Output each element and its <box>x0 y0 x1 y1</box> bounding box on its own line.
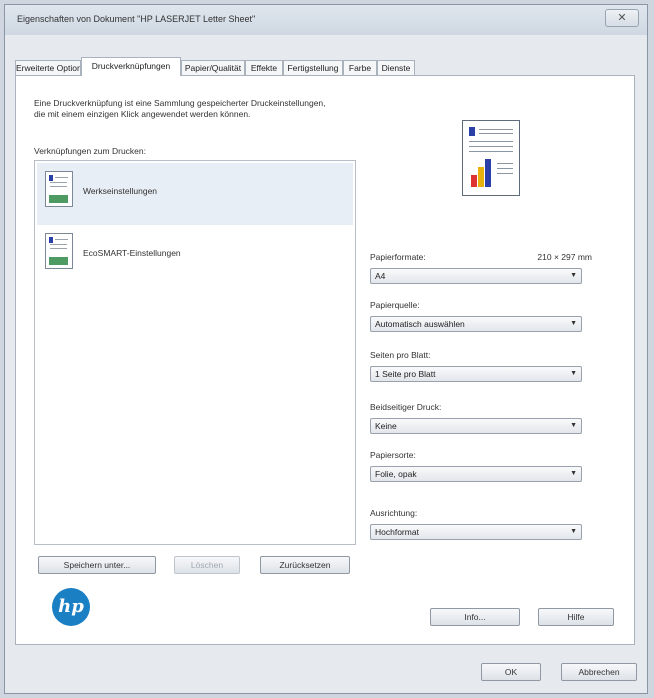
tab-farbe[interactable]: Farbe <box>343 60 377 75</box>
paper-size-label: Papierformate: <box>370 252 426 262</box>
document-icon <box>45 171 73 207</box>
shortcuts-list-label: Verknüpfungen zum Drucken: <box>34 146 146 156</box>
properties-dialog: Eigenschaften von Dokument "HP LASERJET … <box>4 4 648 694</box>
paper-type-label: Papiersorte: <box>370 450 416 460</box>
duplex-label: Beidseitiger Druck: <box>370 402 442 412</box>
tab-effekte[interactable]: Effekte <box>245 60 283 75</box>
dropdown-arrow-icon: ▼ <box>570 470 577 477</box>
delete-button[interactable]: Löschen <box>174 556 240 574</box>
tab-erweiterte-optionen[interactable]: Erweiterte Optionen <box>15 60 81 75</box>
tab-druckverknuepfungen[interactable]: Druckverknüpfungen <box>81 57 181 76</box>
paper-source-label: Papierquelle: <box>370 300 420 310</box>
orientation-label: Ausrichtung: <box>370 508 418 518</box>
title-bar[interactable]: Eigenschaften von Dokument "HP LASERJET … <box>5 5 647 35</box>
tab-papier-qualitaet[interactable]: Papier/Qualität <box>181 60 245 75</box>
paper-size-value: A4 <box>375 271 386 281</box>
ok-button[interactable]: OK <box>481 663 541 681</box>
paper-size-select[interactable]: A4 ▼ <box>370 268 582 284</box>
paper-type-value: Folie, opak <box>375 469 417 479</box>
shortcuts-list[interactable]: Werkseinstellungen EcoSMART-Einstellunge… <box>34 160 356 545</box>
shortcuts-panel: Eine Druckverknüpfung ist eine Sammlung … <box>15 75 635 645</box>
orientation-value: Hochformat <box>375 527 419 537</box>
pages-per-sheet-label: Seiten pro Blatt: <box>370 350 431 360</box>
dropdown-arrow-icon: ▼ <box>570 370 577 377</box>
shortcuts-description: Eine Druckverknüpfung ist eine Sammlung … <box>34 98 414 120</box>
dropdown-arrow-icon: ▼ <box>570 272 577 279</box>
page-preview-icon <box>462 120 520 196</box>
hp-logo-text: hp <box>58 596 84 617</box>
save-as-button[interactable]: Speichern unter... <box>38 556 156 574</box>
cancel-button[interactable]: Abbrechen <box>561 663 637 681</box>
info-button[interactable]: Info... <box>430 608 520 626</box>
eco-document-icon <box>45 233 73 269</box>
list-item-werkseinstellungen[interactable]: Werkseinstellungen <box>37 163 353 225</box>
duplex-select[interactable]: Keine ▼ <box>370 418 582 434</box>
description-line-2: die mit einem einzigen Klick angewendet … <box>34 109 251 119</box>
paper-size-dimensions: 210 × 297 mm <box>537 252 592 262</box>
list-item-label: Werkseinstellungen <box>83 186 158 196</box>
paper-type-select[interactable]: Folie, opak ▼ <box>370 466 582 482</box>
dropdown-arrow-icon: ▼ <box>570 422 577 429</box>
description-line-1: Eine Druckverknüpfung ist eine Sammlung … <box>34 98 326 108</box>
hp-logo: hp <box>52 588 90 626</box>
dropdown-arrow-icon: ▼ <box>570 528 577 535</box>
tab-fertigstellung[interactable]: Fertigstellung <box>283 60 343 75</box>
dropdown-arrow-icon: ▼ <box>570 320 577 327</box>
pages-per-sheet-select[interactable]: 1 Seite pro Blatt ▼ <box>370 366 582 382</box>
window-title: Eigenschaften von Dokument "HP LASERJET … <box>17 14 256 24</box>
pages-per-sheet-value: 1 Seite pro Blatt <box>375 369 436 379</box>
help-button[interactable]: Hilfe <box>538 608 614 626</box>
orientation-select[interactable]: Hochformat ▼ <box>370 524 582 540</box>
tab-dienste[interactable]: Dienste <box>377 60 415 75</box>
close-button[interactable]: ✕ <box>605 9 639 27</box>
list-item-label: EcoSMART-Einstellungen <box>83 248 181 258</box>
list-item-ecosmart[interactable]: EcoSMART-Einstellungen <box>37 225 353 287</box>
paper-source-value: Automatisch auswählen <box>375 319 465 329</box>
paper-source-select[interactable]: Automatisch auswählen ▼ <box>370 316 582 332</box>
duplex-value: Keine <box>375 421 397 431</box>
reset-button[interactable]: Zurücksetzen <box>260 556 350 574</box>
